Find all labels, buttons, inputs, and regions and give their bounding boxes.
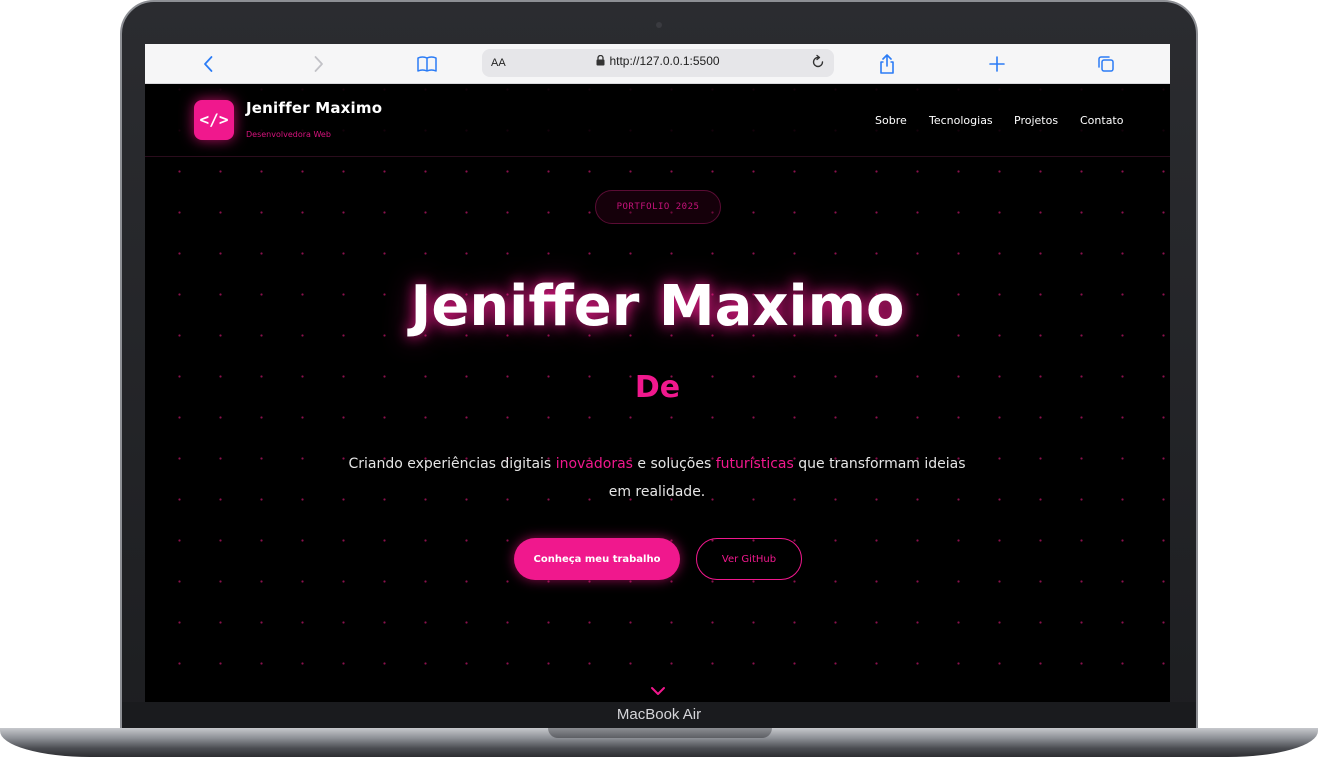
screen: AA http://127.0.0.1:5500 </> Jeniffer Ma… xyxy=(145,44,1170,702)
lock-icon xyxy=(596,54,605,69)
desc-highlight-futuristicas: futurísticas xyxy=(715,456,794,472)
desc-part1: Criando experiências digitais xyxy=(348,456,556,472)
chevron-left-icon[interactable] xyxy=(197,52,221,76)
code-icon[interactable]: </> xyxy=(194,100,234,140)
website: </> Jeniffer Maximo Desenvolvedora Web S… xyxy=(145,84,1170,702)
laptop-chin: MacBook Air xyxy=(122,702,1196,730)
chevron-down-icon[interactable] xyxy=(648,681,668,701)
hero-description: Criando experiências digitais inovadoras… xyxy=(347,450,967,506)
nav-projetos[interactable]: Projetos xyxy=(1014,114,1058,127)
hero-title: Jeniffer Maximo xyxy=(410,274,905,339)
share-icon[interactable] xyxy=(875,52,899,76)
brand-name[interactable]: Jeniffer Maximo xyxy=(246,99,382,117)
url-text: http://127.0.0.1:5500 xyxy=(609,54,720,68)
site-header: </> Jeniffer Maximo Desenvolvedora Web S… xyxy=(145,84,1170,157)
book-icon[interactable] xyxy=(415,52,439,76)
brand-subtitle: Desenvolvedora Web xyxy=(246,130,331,139)
address-bar[interactable]: AA http://127.0.0.1:5500 xyxy=(482,49,834,77)
desc-part2: e soluções xyxy=(632,456,716,472)
plus-icon[interactable] xyxy=(985,52,1009,76)
tabs-icon[interactable] xyxy=(1094,52,1118,76)
nav-contato[interactable]: Contato xyxy=(1080,114,1123,127)
typed-text: De xyxy=(634,370,681,405)
camera xyxy=(656,22,662,28)
device-label: MacBook Air xyxy=(616,706,702,723)
github-button[interactable]: Ver GitHub xyxy=(696,538,802,580)
url-display: http://127.0.0.1:5500 xyxy=(482,54,834,69)
browser-toolbar: AA http://127.0.0.1:5500 xyxy=(145,44,1170,84)
see-work-button[interactable]: Conheça meu trabalho xyxy=(514,538,680,580)
portfolio-badge: PORTFOLIO 2025 xyxy=(595,190,721,224)
nav-sobre[interactable]: Sobre xyxy=(875,114,907,127)
reload-icon[interactable] xyxy=(810,54,826,70)
desc-highlight-inovadoras: inovadoras xyxy=(555,456,633,472)
laptop-notch xyxy=(548,728,772,738)
nav-tecnologias[interactable]: Tecnologias xyxy=(929,114,993,127)
chevron-right-icon[interactable] xyxy=(306,52,330,76)
